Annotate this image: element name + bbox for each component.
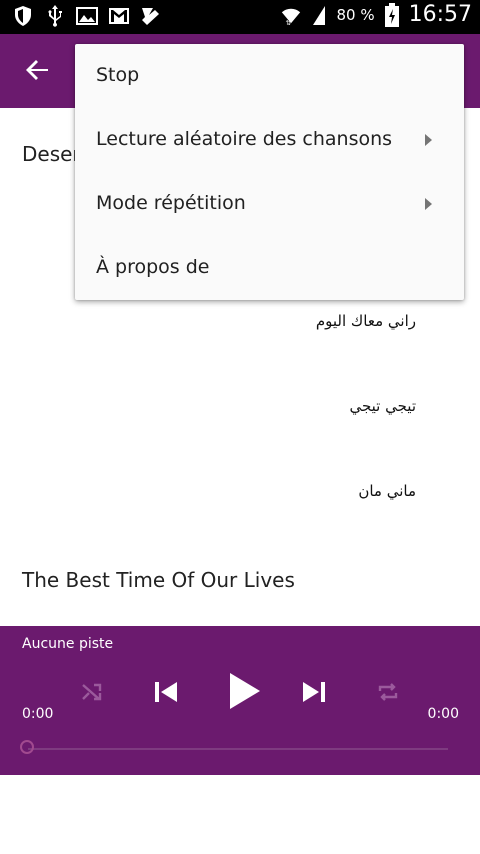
menu-item-label: Stop (96, 64, 140, 86)
list-item[interactable]: تيجي تيجي (349, 397, 416, 415)
track-name: Aucune piste (22, 636, 114, 652)
signal-icon (308, 3, 330, 27)
status-bar: ⇅ 80 % 16:57 (0, 0, 480, 34)
battery-charging-icon (381, 2, 403, 27)
submenu-arrow-icon (425, 198, 432, 210)
section-title-2: The Best Time Of Our Lives (22, 568, 295, 592)
clock: 16:57 (408, 2, 472, 27)
menu-item-label: Lecture aléatoire des chansons (96, 128, 393, 150)
overflow-menu: Stop Lecture aléatoire des chansons Mode… (75, 44, 464, 300)
skip-next-button[interactable] (298, 676, 330, 708)
shuffle-button[interactable] (78, 678, 106, 706)
menu-item-label: Mode répétition (96, 192, 246, 214)
shuffle-icon (82, 683, 102, 701)
progress-track[interactable] (28, 748, 448, 750)
battery-percent: 80 % (336, 5, 375, 24)
skip-next-icon (303, 682, 325, 702)
checkmark-icon (140, 4, 162, 28)
list-item[interactable]: ماني مان (358, 482, 416, 500)
time-total: 0:00 (427, 706, 459, 722)
wifi-icon: ⇅ (280, 3, 302, 27)
screen: ⇅ 80 % 16:57 Deser راني معاك اليوم تيجي … (0, 0, 480, 854)
menu-item-repeat-mode[interactable]: Mode répétition (75, 172, 464, 236)
skip-previous-button[interactable] (150, 676, 182, 708)
image-icon (76, 4, 98, 28)
menu-item-label: À propos de (96, 256, 210, 278)
menu-item-about[interactable]: À propos de (75, 236, 464, 300)
repeat-button[interactable] (374, 678, 402, 706)
section-title-1: Deser (22, 142, 81, 166)
menu-item-shuffle[interactable]: Lecture aléatoire des chansons (75, 108, 464, 172)
progress-knob[interactable] (20, 740, 34, 754)
play-icon (230, 673, 260, 709)
gmail-icon (108, 4, 130, 28)
time-elapsed: 0:00 (22, 706, 54, 722)
submenu-arrow-icon (425, 134, 432, 146)
skip-previous-icon (155, 682, 177, 702)
list-item[interactable]: راني معاك اليوم (316, 312, 416, 330)
bottom-area (0, 775, 480, 854)
menu-item-stop[interactable]: Stop (75, 44, 464, 108)
usb-icon (44, 4, 66, 28)
svg-text:⇅: ⇅ (286, 19, 291, 26)
player-bar: Aucune piste 0:00 0:00 (0, 626, 480, 775)
arrow-left-icon (26, 60, 48, 80)
repeat-icon (378, 683, 398, 701)
back-button[interactable] (24, 56, 52, 84)
play-button[interactable] (222, 668, 266, 714)
shield-icon (12, 4, 34, 28)
